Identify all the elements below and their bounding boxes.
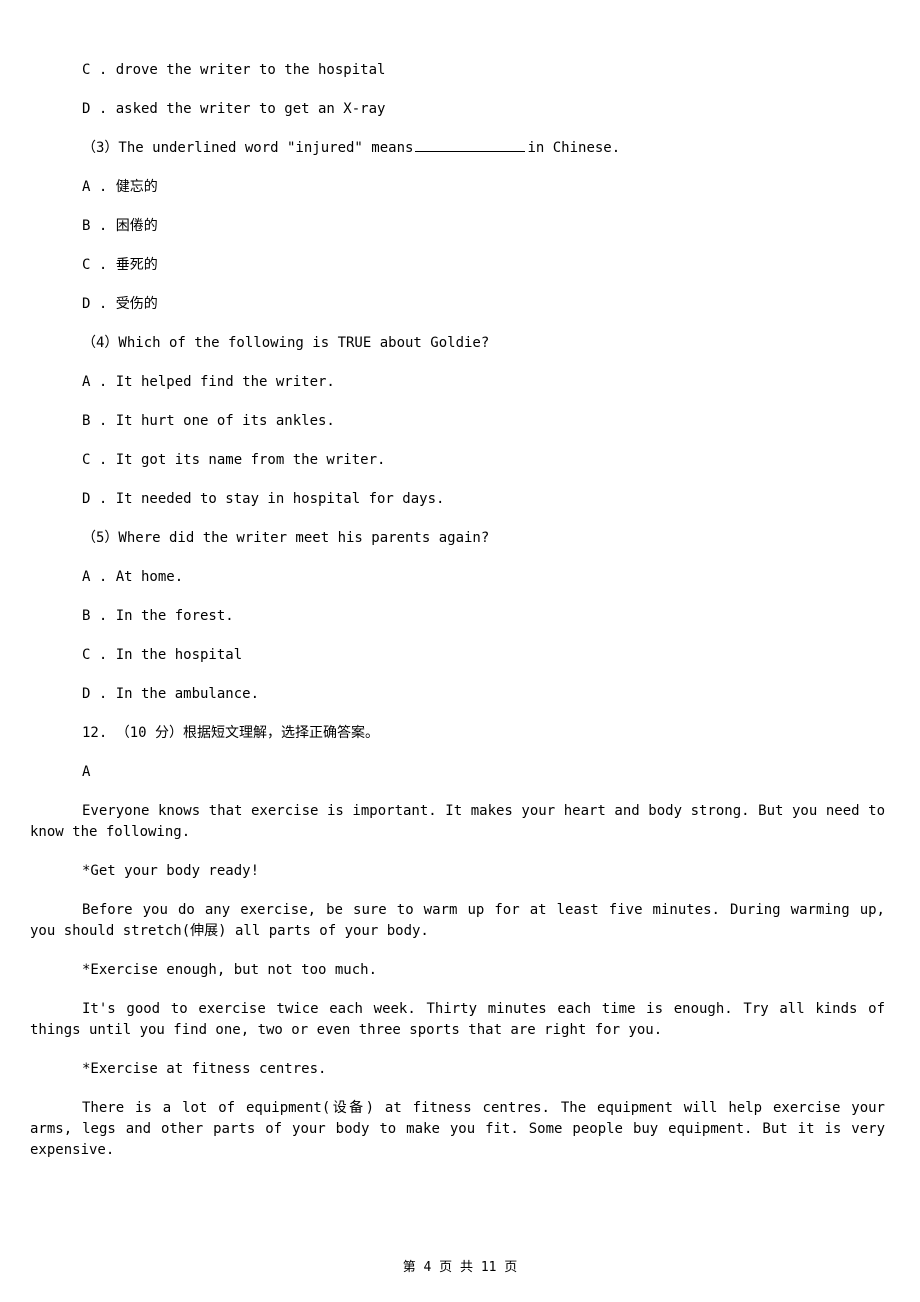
q4-option-c: C . It got its name from the writer. <box>30 450 890 471</box>
question-4-stem: （4）Which of the following is TRUE about … <box>30 333 890 354</box>
passage-h2: *Exercise enough, but not too much. <box>30 960 890 981</box>
q4-option-a: A . It helped find the writer. <box>30 372 890 393</box>
q5-option-b: B . In the forest. <box>30 606 890 627</box>
question-3-stem: （3）The underlined word "injured" means in… <box>30 138 890 159</box>
q4-option-d: D . It needed to stay in hospital for da… <box>30 489 890 510</box>
passage-p2: Before you do any exercise, be sure to w… <box>30 900 890 942</box>
passage-h1: *Get your body ready! <box>30 861 890 882</box>
q3-suffix: in Chinese. <box>527 140 620 156</box>
page-footer: 第 4 页 共 11 页 <box>0 1258 920 1278</box>
q3-prefix: （3）The underlined word "injured" means <box>82 140 413 156</box>
question-12-letter: A <box>30 762 890 783</box>
passage-p3: It's good to exercise twice each week. T… <box>30 999 890 1041</box>
question-5-stem: （5）Where did the writer meet his parents… <box>30 528 890 549</box>
q3-option-b: B . 困倦的 <box>30 216 890 237</box>
q3-option-d: D . 受伤的 <box>30 294 890 315</box>
option-d-prev: D . asked the writer to get an X-ray <box>30 99 890 120</box>
passage-p1: Everyone knows that exercise is importan… <box>30 801 890 843</box>
option-c-prev: C . drove the writer to the hospital <box>30 60 890 81</box>
blank-line <box>415 138 525 152</box>
passage-h3: *Exercise at fitness centres. <box>30 1059 890 1080</box>
q5-option-a: A . At home. <box>30 567 890 588</box>
q3-option-a: A . 健忘的 <box>30 177 890 198</box>
question-12-header: 12. （10 分）根据短文理解，选择正确答案。 <box>30 723 890 744</box>
q3-option-c: C . 垂死的 <box>30 255 890 276</box>
q4-option-b: B . It hurt one of its ankles. <box>30 411 890 432</box>
q5-option-d: D . In the ambulance. <box>30 684 890 705</box>
passage-p4: There is a lot of equipment(设备) at fitne… <box>30 1098 890 1161</box>
q5-option-c: C . In the hospital <box>30 645 890 666</box>
